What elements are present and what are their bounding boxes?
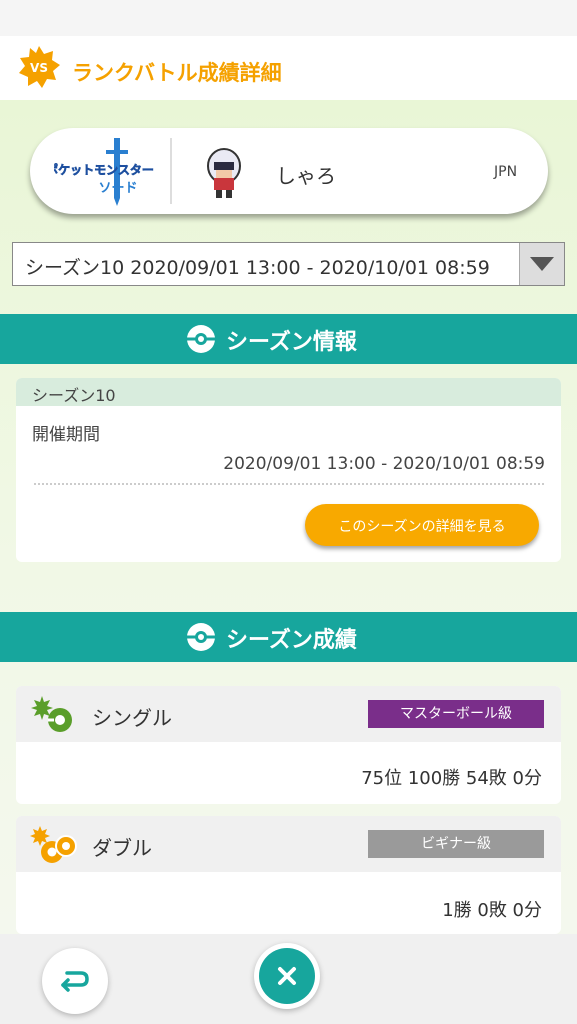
- trainer-sprite-icon: [207, 148, 241, 198]
- profile-card: ポケットモンスター ソード しゃろ JPN: [30, 128, 548, 214]
- pokeball-icon: [187, 623, 215, 651]
- season-results-title: シーズン成績: [226, 628, 357, 653]
- page-header: VS ランクバトル成績詳細: [0, 36, 577, 100]
- card-divider: [170, 138, 172, 204]
- bottom-bar: [0, 934, 577, 1024]
- season-info-card: シーズン10 開催期間 2020/09/01 13:00 - 2020/10/0…: [16, 378, 561, 562]
- close-button-face: [259, 948, 315, 1004]
- back-button[interactable]: [42, 948, 108, 1014]
- double-stats: 1勝 0敗 0分: [442, 900, 542, 921]
- period-value: 2020/09/01 13:00 - 2020/10/01 08:59: [223, 454, 545, 474]
- single-battle-icon: [31, 696, 72, 732]
- dotted-divider: [34, 483, 544, 485]
- top-strip: [0, 0, 577, 36]
- season-detail-button[interactable]: このシーズンの詳細を見る: [305, 504, 539, 546]
- pokemon-sword-logo: ポケットモンスター ソード: [54, 138, 154, 206]
- single-stats: 75位 100勝 54敗 0分: [361, 768, 542, 789]
- single-rank-badge: マスターボール級: [368, 700, 544, 728]
- double-result-card: ダブル ビギナー級 1勝 0敗 0分: [16, 816, 561, 934]
- season-select-value: シーズン10 2020/09/01 13:00 - 2020/10/01 08:…: [25, 257, 490, 279]
- double-label: ダブル: [92, 836, 152, 860]
- season-results-header: シーズン成績: [0, 612, 577, 662]
- season-card-header: シーズン10: [16, 378, 561, 406]
- season-info-header: シーズン情報: [0, 314, 577, 364]
- page-title: ランクバトル成績詳細: [72, 61, 282, 85]
- double-rank-badge: ビギナー級: [368, 830, 544, 858]
- player-name: しゃろ: [276, 164, 336, 188]
- double-result-header: ダブル ビギナー級: [16, 816, 561, 872]
- vs-badge-icon: VS: [19, 46, 60, 88]
- season-select[interactable]: シーズン10 2020/09/01 13:00 - 2020/10/01 08:…: [12, 242, 565, 286]
- logo-line1: ポケットモンスター: [54, 162, 154, 177]
- season-card-title: シーズン10: [32, 386, 116, 405]
- pokeball-icon: [187, 325, 215, 353]
- player-country: JPN: [494, 164, 518, 180]
- single-result-header: シングル マスターボール級: [16, 686, 561, 742]
- back-arrow-icon: [61, 971, 89, 992]
- close-button[interactable]: [254, 943, 320, 1009]
- season-info-title: シーズン情報: [226, 330, 357, 355]
- double-battle-icon: [30, 826, 77, 863]
- logo-line2: ソード: [98, 181, 137, 196]
- season-detail-button-label: このシーズンの詳細を見る: [338, 519, 506, 535]
- single-label: シングル: [92, 706, 172, 730]
- dropdown-arrow-icon[interactable]: [519, 243, 564, 285]
- single-result-card: シングル マスターボール級 75位 100勝 54敗 0分: [16, 686, 561, 804]
- period-label: 開催期間: [32, 425, 100, 445]
- vs-badge-text: VS: [30, 61, 48, 75]
- close-icon: [278, 967, 296, 985]
